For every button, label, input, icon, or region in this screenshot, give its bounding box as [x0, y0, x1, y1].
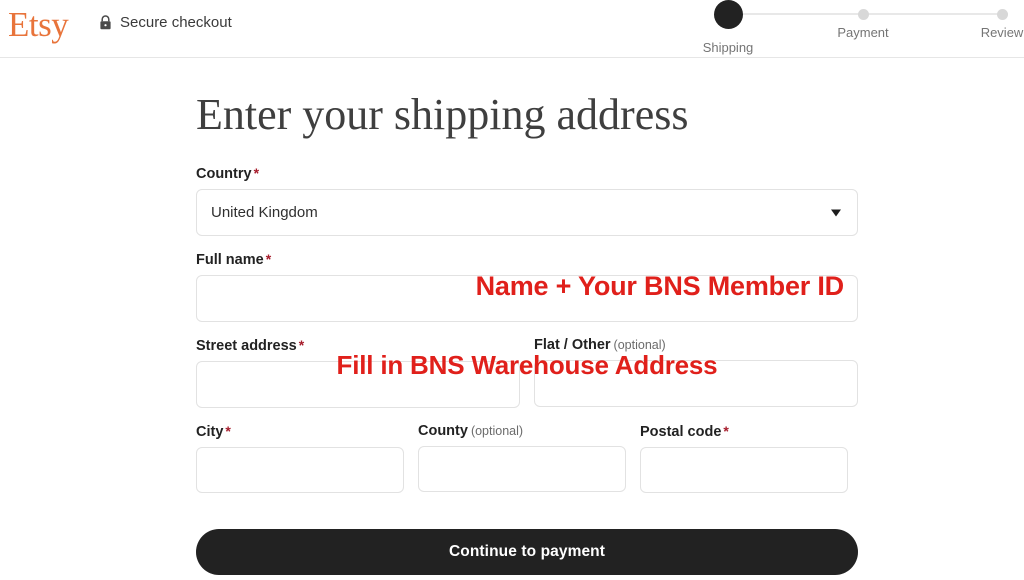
flat-other-label-text: Flat / Other: [534, 337, 611, 353]
stepper-dot-shipping: [713, 0, 743, 29]
field-group-street-row: Street address * Flat / Other (optional) F…: [196, 336, 858, 408]
checkout-main: Enter your shipping address Country * Uni…: [0, 58, 1024, 580]
field-group-county: County (optional): [418, 422, 626, 493]
field-group-postal-code: Postal code *: [640, 422, 848, 493]
stepper-step-review[interactable]: Review: [954, 0, 1024, 41]
flat-other-label: Flat / Other (optional): [534, 336, 858, 354]
stepper-label-review: Review: [980, 25, 1024, 40]
checkout-header: Etsy Secure checkout Shipping Payment Re…: [0, 0, 1024, 58]
street-address-required-star: *: [298, 337, 305, 353]
chevron-down-icon: [831, 209, 841, 216]
shipping-address-form: Enter your shipping address Country * Uni…: [196, 88, 858, 575]
full-name-required-star: *: [265, 251, 272, 267]
city-input[interactable]: [196, 447, 404, 493]
country-select[interactable]: United Kingdom: [196, 189, 858, 236]
county-optional-note: (optional): [470, 424, 524, 438]
county-input[interactable]: [418, 446, 626, 492]
stepper-label-payment: Payment: [837, 25, 889, 40]
postal-code-label: Postal code *: [640, 422, 848, 441]
full-name-input[interactable]: [196, 275, 858, 322]
full-name-label: Full name *: [196, 250, 858, 269]
city-required-star: *: [225, 423, 231, 439]
stepper-step-payment[interactable]: Payment: [815, 0, 911, 41]
city-label-text: City: [196, 424, 224, 440]
stepper-step-shipping[interactable]: Shipping: [680, 0, 776, 56]
secure-checkout-label: Secure checkout: [120, 14, 232, 31]
stepper-label-shipping: Shipping: [702, 40, 754, 55]
city-label: City *: [196, 422, 404, 441]
flat-other-optional-note: (optional): [613, 338, 666, 352]
country-required-star: *: [253, 165, 260, 181]
country-label: Country *: [196, 164, 858, 183]
etsy-logo[interactable]: Etsy: [8, 4, 69, 46]
field-group-street-address: Street address *: [196, 336, 520, 408]
page-title: Enter your shipping address: [196, 90, 689, 139]
secure-checkout-indicator: Secure checkout: [99, 14, 232, 31]
county-label-text: County: [418, 423, 468, 439]
stepper-dot-review: [996, 9, 1008, 20]
street-address-label-text: Street address: [196, 338, 297, 354]
street-address-label: Street address *: [196, 336, 520, 355]
postal-code-label-text: Postal code: [640, 424, 722, 440]
field-group-city-row: City * County (optional) Postal code *: [196, 422, 858, 493]
field-group-city: City *: [196, 422, 404, 493]
county-label: County (optional): [418, 422, 626, 440]
field-group-flat-other: Flat / Other (optional): [534, 336, 858, 408]
full-name-label-text: Full name: [196, 252, 264, 268]
flat-other-input[interactable]: [534, 360, 858, 407]
street-address-input[interactable]: [196, 361, 520, 408]
country-select-value: United Kingdom: [211, 204, 318, 221]
lock-icon: [99, 15, 112, 30]
postal-code-input[interactable]: [640, 447, 848, 493]
stepper-dot-payment: [857, 9, 869, 20]
continue-to-payment-button[interactable]: Continue to payment: [196, 529, 858, 575]
country-label-text: Country: [196, 166, 252, 182]
field-group-full-name: Full name * Name + Your BNS Member ID: [196, 250, 858, 322]
postal-code-required-star: *: [723, 423, 729, 439]
field-group-country: Country * United Kingdom: [196, 164, 858, 236]
checkout-progress-stepper: Shipping Payment Review: [690, 0, 1024, 58]
